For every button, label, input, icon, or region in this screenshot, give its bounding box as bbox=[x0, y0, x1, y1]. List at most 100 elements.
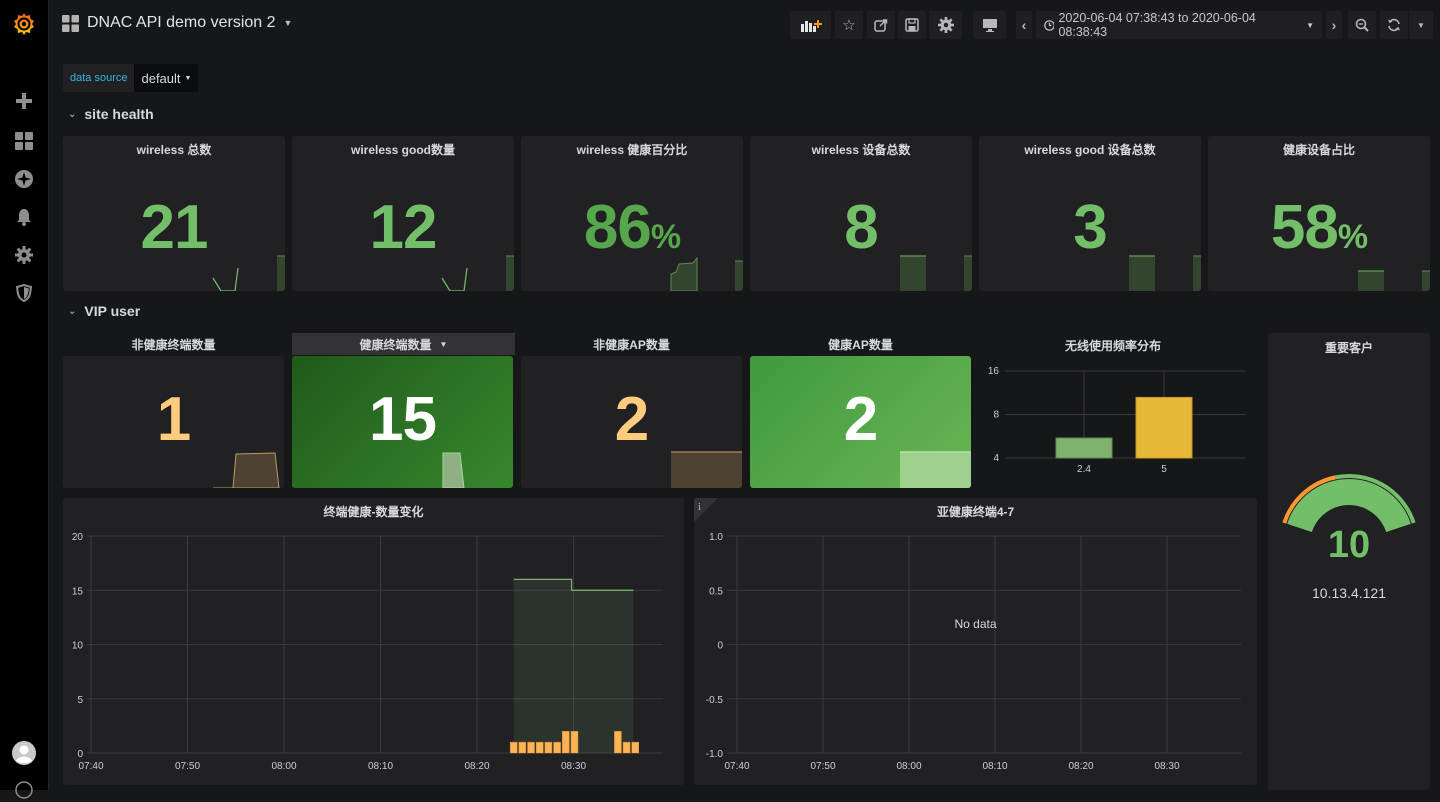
datasource-variable-select[interactable]: default ▼ bbox=[134, 64, 199, 92]
save-button[interactable] bbox=[898, 11, 926, 39]
plus-icon[interactable] bbox=[12, 89, 36, 113]
stat-value: 58% bbox=[1270, 193, 1368, 262]
dashboard-settings-button[interactable] bbox=[929, 11, 962, 39]
clock-icon bbox=[1044, 19, 1055, 31]
stat-value: 8 bbox=[844, 193, 878, 262]
stat-value: 12 bbox=[369, 193, 438, 262]
y-tick-label: 15 bbox=[72, 586, 84, 597]
y-tick-label: -0.5 bbox=[706, 695, 724, 706]
stat-panel-site-health: wireless 设备总数 8 bbox=[750, 136, 972, 291]
share-icon bbox=[874, 19, 888, 32]
time-range-text: 2020-06-04 07:38:43 to 2020-06-04 08:38:… bbox=[1058, 11, 1256, 39]
y-tick-label: 1.0 bbox=[709, 532, 723, 543]
time-back-button[interactable]: ‹ bbox=[1016, 11, 1032, 39]
bar bbox=[562, 731, 570, 754]
bell-icon[interactable] bbox=[12, 205, 36, 229]
bar bbox=[1135, 396, 1193, 459]
y-tick-label: 0.5 bbox=[709, 586, 723, 597]
bar bbox=[509, 741, 518, 754]
explore-compass-icon[interactable] bbox=[12, 167, 36, 191]
y-tick-label: 8 bbox=[993, 410, 999, 421]
caret-down-icon: ▼ bbox=[1306, 20, 1314, 30]
stat-panel-unhealthy-clients: 1 bbox=[63, 356, 284, 488]
refresh-interval-dropdown[interactable]: ▼ bbox=[1409, 11, 1433, 39]
panel-title: wireless 健康百分比 bbox=[576, 143, 688, 157]
y-tick-label: 20 bbox=[72, 532, 84, 543]
y-tick-label: 4 bbox=[993, 453, 999, 464]
stat-value: 3 bbox=[1073, 193, 1107, 262]
caret-down-icon: ▼ bbox=[1417, 20, 1425, 30]
zoom-out-icon bbox=[1355, 18, 1369, 32]
stat-panel-healthy-clients: 15 bbox=[292, 356, 513, 488]
shield-icon[interactable] bbox=[12, 281, 36, 305]
caret-down-icon: ▼ bbox=[184, 74, 192, 82]
zoom-out-button[interactable] bbox=[1348, 11, 1376, 39]
tv-mode-button[interactable] bbox=[973, 11, 1006, 39]
sidebar bbox=[0, 0, 49, 799]
chevron-left-icon: ‹ bbox=[1021, 17, 1027, 33]
refresh-icon bbox=[1388, 18, 1400, 32]
gauge-value: 10 bbox=[1327, 524, 1371, 566]
stat-value: 86% bbox=[583, 193, 681, 262]
time-range-picker[interactable]: 2020-06-04 07:38:43 to 2020-06-04 08:38:… bbox=[1036, 11, 1322, 39]
chevron-down-icon: ⌄ bbox=[68, 108, 77, 120]
stat-panel-unhealthy-ap: 2 bbox=[521, 356, 742, 488]
help-icon[interactable] bbox=[12, 778, 36, 802]
panel-title: wireless 设备总数 bbox=[811, 143, 911, 157]
stat-panel-site-health: wireless good 设备总数 3 bbox=[979, 136, 1201, 291]
user-avatar-icon[interactable] bbox=[12, 741, 36, 765]
x-tick-label: 08:30 bbox=[1154, 761, 1179, 772]
x-tick-label: 08:10 bbox=[982, 761, 1007, 772]
bar bbox=[570, 731, 579, 754]
row-title: site health bbox=[84, 106, 154, 122]
stat-panel-site-health: wireless good数量 12 bbox=[292, 136, 514, 291]
share-button[interactable] bbox=[867, 11, 895, 39]
y-tick-label: 0 bbox=[717, 641, 723, 652]
stat-panel-site-health: wireless 健康百分比 86% bbox=[521, 136, 743, 291]
bar bbox=[535, 741, 544, 754]
x-tick-label: 07:40 bbox=[724, 761, 749, 772]
caret-down-icon: ▼ bbox=[283, 18, 293, 28]
x-tick-label: 08:20 bbox=[464, 761, 489, 772]
dashboard-title-dropdown[interactable]: DNAC API demo version 2 ▼ bbox=[62, 14, 292, 32]
bar bbox=[544, 741, 553, 754]
gauge-label: 10.13.4.121 bbox=[1312, 585, 1386, 601]
datasource-value: default bbox=[141, 70, 181, 86]
bar-chart-panel-frequency: 无线使用频率分布 4 8 16 2.4 5 bbox=[976, 330, 1260, 490]
x-tick-label: 08:10 bbox=[368, 761, 393, 772]
monitor-icon bbox=[982, 19, 997, 32]
time-forward-button[interactable]: › bbox=[1326, 11, 1342, 39]
add-panel-button[interactable] bbox=[790, 11, 831, 39]
gauge-fill bbox=[1287, 479, 1411, 533]
row-vip-user[interactable]: ⌄ VIP user bbox=[68, 303, 140, 319]
star-icon: ☆ bbox=[842, 17, 856, 34]
bar bbox=[631, 741, 640, 754]
gear-icon[interactable] bbox=[12, 243, 36, 267]
gauge-panel-vip-client: 重要客户 10 10.13.4.121 bbox=[1268, 333, 1430, 790]
panel-title-unhealthy-clients[interactable]: 非健康终端数量 bbox=[63, 333, 284, 355]
y-tick-label: 10 bbox=[72, 641, 84, 652]
x-tick-label: 08:00 bbox=[271, 761, 296, 772]
row-site-health[interactable]: ⌄ site health bbox=[68, 106, 154, 122]
row-title: VIP user bbox=[84, 303, 141, 319]
dashboards-icon[interactable] bbox=[12, 129, 36, 153]
area-fill bbox=[513, 579, 634, 753]
bar bbox=[622, 741, 631, 754]
save-icon bbox=[905, 18, 919, 32]
grafana-logo-icon[interactable] bbox=[10, 10, 38, 38]
panel-title-healthy-ap[interactable]: 健康AP数量 bbox=[750, 333, 971, 355]
star-button[interactable]: ☆ bbox=[835, 11, 863, 39]
sparkline bbox=[900, 451, 971, 488]
x-tick-label: 07:50 bbox=[810, 761, 835, 772]
stat-value: 21 bbox=[140, 193, 209, 262]
refresh-button[interactable] bbox=[1380, 11, 1408, 39]
x-tick-label: 5 bbox=[1161, 464, 1167, 475]
y-tick-label: 16 bbox=[988, 366, 1000, 377]
panel-title-unhealthy-ap[interactable]: 非健康AP数量 bbox=[521, 333, 742, 355]
sparkline bbox=[671, 451, 742, 488]
x-tick-label: 08:20 bbox=[1068, 761, 1093, 772]
gear-icon bbox=[937, 17, 954, 33]
panel-title-healthy-clients[interactable]: 健康终端数量 ▼ bbox=[292, 333, 515, 355]
panel-title: wireless 总数 bbox=[136, 143, 212, 157]
stat-unit: % bbox=[650, 218, 681, 256]
